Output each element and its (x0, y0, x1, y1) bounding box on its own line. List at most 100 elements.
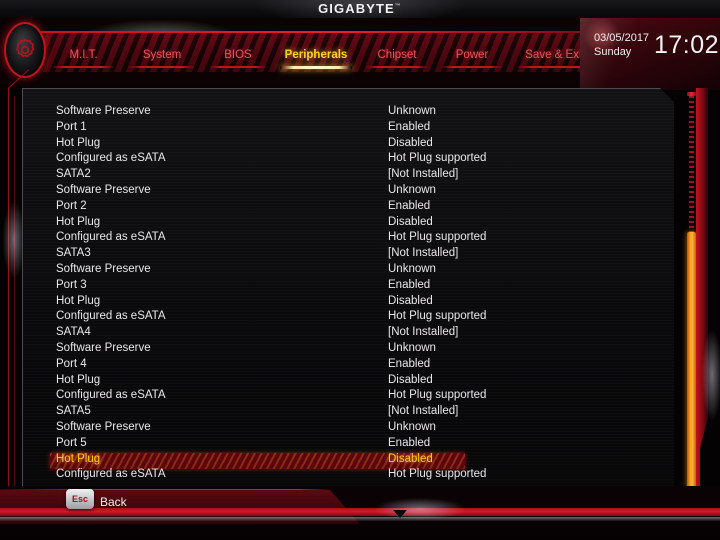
setting-label: Port 1 (56, 120, 87, 133)
setting-label: SATA3 (56, 247, 91, 260)
setting-value: Hot Plug supported (388, 310, 487, 323)
setting-label: Port 4 (56, 357, 87, 370)
setting-value: Enabled (388, 436, 431, 449)
tab-strip-top-edge (18, 31, 600, 33)
tab-label: Peripherals (284, 49, 348, 61)
setting-row[interactable]: Port 3 Enabled (23, 279, 668, 295)
tab-chipset[interactable]: Chipset (359, 48, 435, 68)
setting-value: Hot Plug supported (388, 389, 487, 402)
setting-label: Hot Plug (56, 373, 101, 386)
gear-icon (16, 38, 35, 58)
setting-row[interactable]: Software Preserve Unknown (23, 263, 668, 279)
setting-value: Disabled (388, 373, 433, 386)
tab-peripherals[interactable]: Peripherals (273, 48, 359, 69)
scroll-down-arrow-icon[interactable] (393, 510, 407, 518)
bios-screen: GIGABYTE™ M.I.T. System BIOS Peripherals Chi… (0, 0, 720, 540)
setting-value: Unknown (388, 421, 436, 433)
setting-row[interactable]: Configured as eSATA Hot Plug supported (23, 310, 668, 326)
setting-row[interactable]: Software Preserve Unknown (23, 105, 668, 121)
settings-list[interactable]: Software Preserve Unknown Port 1 Enabled Hot… (23, 89, 668, 507)
current-date: 03/05/2017 (594, 32, 650, 44)
scrollbar-cap-top (687, 92, 696, 96)
setting-label: Hot Plug (56, 294, 101, 307)
setting-row[interactable]: SATA4 [Not Installed] (23, 326, 668, 342)
setting-row[interactable]: Configured as eSATA Hot Plug supported (23, 231, 668, 247)
current-day: Sunday (594, 46, 632, 58)
setting-row[interactable]: Hot Plug Disabled (23, 216, 668, 232)
setting-value: Hot Plug supported (388, 468, 487, 481)
setting-label: SATA2 (56, 168, 91, 181)
tab-underline (365, 66, 429, 68)
setting-label: SATA5 (56, 405, 91, 418)
setting-value: Enabled (388, 199, 431, 212)
setting-row[interactable]: Configured as eSATA Hot Plug supported (23, 152, 668, 168)
setting-label: Configured as eSATA (56, 389, 166, 402)
tab-underline (52, 66, 115, 68)
setting-value: Unknown (388, 342, 436, 354)
setting-row[interactable]: Port 5 Enabled (23, 437, 668, 453)
right-rail-glow (700, 300, 720, 450)
tab-underline (440, 66, 504, 68)
left-accent-line-2 (14, 96, 15, 508)
setting-value: Enabled (388, 120, 431, 133)
setting-value: Unknown (388, 184, 436, 196)
setting-row[interactable]: Hot Plug Disabled (23, 137, 668, 153)
esc-key-cap[interactable]: Esc (66, 489, 94, 509)
setting-row[interactable]: SATA5 [Not Installed] (23, 405, 668, 421)
setting-label: Configured as eSATA (56, 152, 166, 165)
setting-row[interactable]: Software Preserve Unknown (23, 421, 668, 437)
tab-label: Chipset (377, 49, 417, 61)
setting-label: SATA4 (56, 326, 91, 339)
setting-label: Hot Plug (56, 215, 101, 228)
scrollbar-thumb[interactable] (687, 232, 696, 494)
tab-underline (127, 66, 197, 68)
tab-label: BIOS (224, 49, 252, 61)
tab-underline (279, 66, 353, 69)
setting-label: Hot Plug (56, 136, 101, 149)
setting-row[interactable]: SATA3 [Not Installed] (23, 247, 668, 263)
setting-label: Configured as eSATA (56, 231, 166, 244)
setting-row[interactable]: Hot Plug Disabled (50, 452, 465, 469)
setting-label: Software Preserve (56, 263, 151, 275)
setting-label: Software Preserve (56, 105, 151, 117)
setting-label: Software Preserve (56, 184, 151, 196)
setting-row[interactable]: Hot Plug Disabled (23, 374, 668, 390)
setting-label: Configured as eSATA (56, 468, 166, 481)
setting-row[interactable]: Port 4 Enabled (23, 358, 668, 374)
setting-value: Disabled (388, 136, 433, 149)
tab-m-i-t[interactable]: M.I.T. (46, 48, 121, 68)
trademark-icon: ™ (394, 3, 402, 10)
setting-row[interactable]: Hot Plug Disabled (23, 295, 668, 311)
tab-system[interactable]: System (121, 48, 203, 68)
tab-power[interactable]: Power (435, 48, 509, 68)
main-nav-tabs[interactable]: M.I.T. System BIOS Peripherals Chipset Power S… (46, 48, 606, 74)
setting-row[interactable]: Configured as eSATA Hot Plug supported (23, 468, 668, 484)
setting-row[interactable]: Software Preserve Unknown (23, 342, 668, 358)
tab-bios[interactable]: BIOS (203, 48, 273, 68)
datetime-panel: 03/05/2017 Sunday 17:02 (580, 18, 720, 90)
setting-label: Software Preserve (56, 421, 151, 433)
setting-row[interactable]: Software Preserve Unknown (23, 184, 668, 200)
setting-value: Unknown (388, 105, 436, 117)
setting-value: Enabled (388, 357, 431, 370)
setting-value: Hot Plug supported (388, 152, 487, 165)
setting-value: Disabled (388, 452, 433, 465)
setting-row[interactable]: Port 1 Enabled (23, 121, 668, 137)
back-label[interactable]: Back (100, 495, 127, 509)
setting-value: Unknown (388, 263, 436, 275)
setting-value: [Not Installed] (388, 405, 459, 418)
setting-row[interactable]: SATA2 [Not Installed] (23, 168, 668, 184)
setting-value: [Not Installed] (388, 326, 459, 339)
setting-value: Disabled (388, 215, 433, 228)
setting-label: Configured as eSATA (56, 310, 166, 323)
setting-label: Hot Plug (56, 452, 101, 465)
brand-name: GIGABYTE (318, 1, 395, 16)
setting-row[interactable]: Configured as eSATA Hot Plug supported (23, 389, 668, 405)
tab-label: Save & Exit (525, 49, 585, 61)
setting-label: Port 2 (56, 199, 87, 212)
setting-value: [Not Installed] (388, 168, 459, 181)
current-time: 17:02 (654, 31, 720, 59)
setting-value: Enabled (388, 278, 431, 291)
setting-label: Port 5 (56, 436, 87, 449)
setting-row[interactable]: Port 2 Enabled (23, 200, 668, 216)
